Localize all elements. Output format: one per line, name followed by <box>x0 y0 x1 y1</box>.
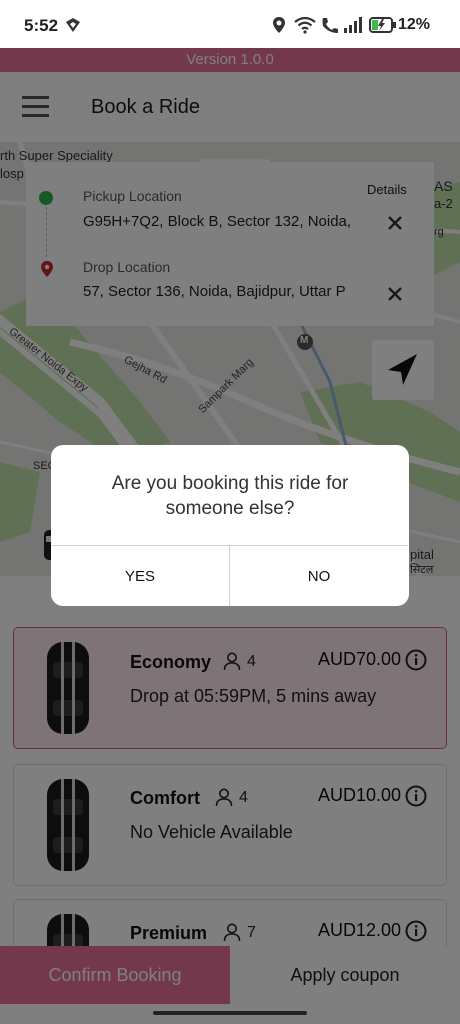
battery-charging-icon <box>369 17 396 33</box>
dialog-message: Are you booking this ride for someone el… <box>111 473 349 519</box>
signal-icon <box>344 17 362 33</box>
yes-button[interactable]: YES <box>51 545 230 606</box>
wifi-calling-icon <box>322 18 338 33</box>
booking-for-someone-dialog: Are you booking this ride for someone el… <box>51 445 409 606</box>
status-bar: 5:52 12% <box>0 0 460 48</box>
battery-percent: 12% <box>397 16 430 33</box>
status-time: 5:52 <box>24 16 59 35</box>
shield-wifi-icon <box>66 18 80 32</box>
location-icon <box>273 17 285 33</box>
wifi-icon <box>294 16 316 34</box>
no-button[interactable]: NO <box>230 545 408 606</box>
